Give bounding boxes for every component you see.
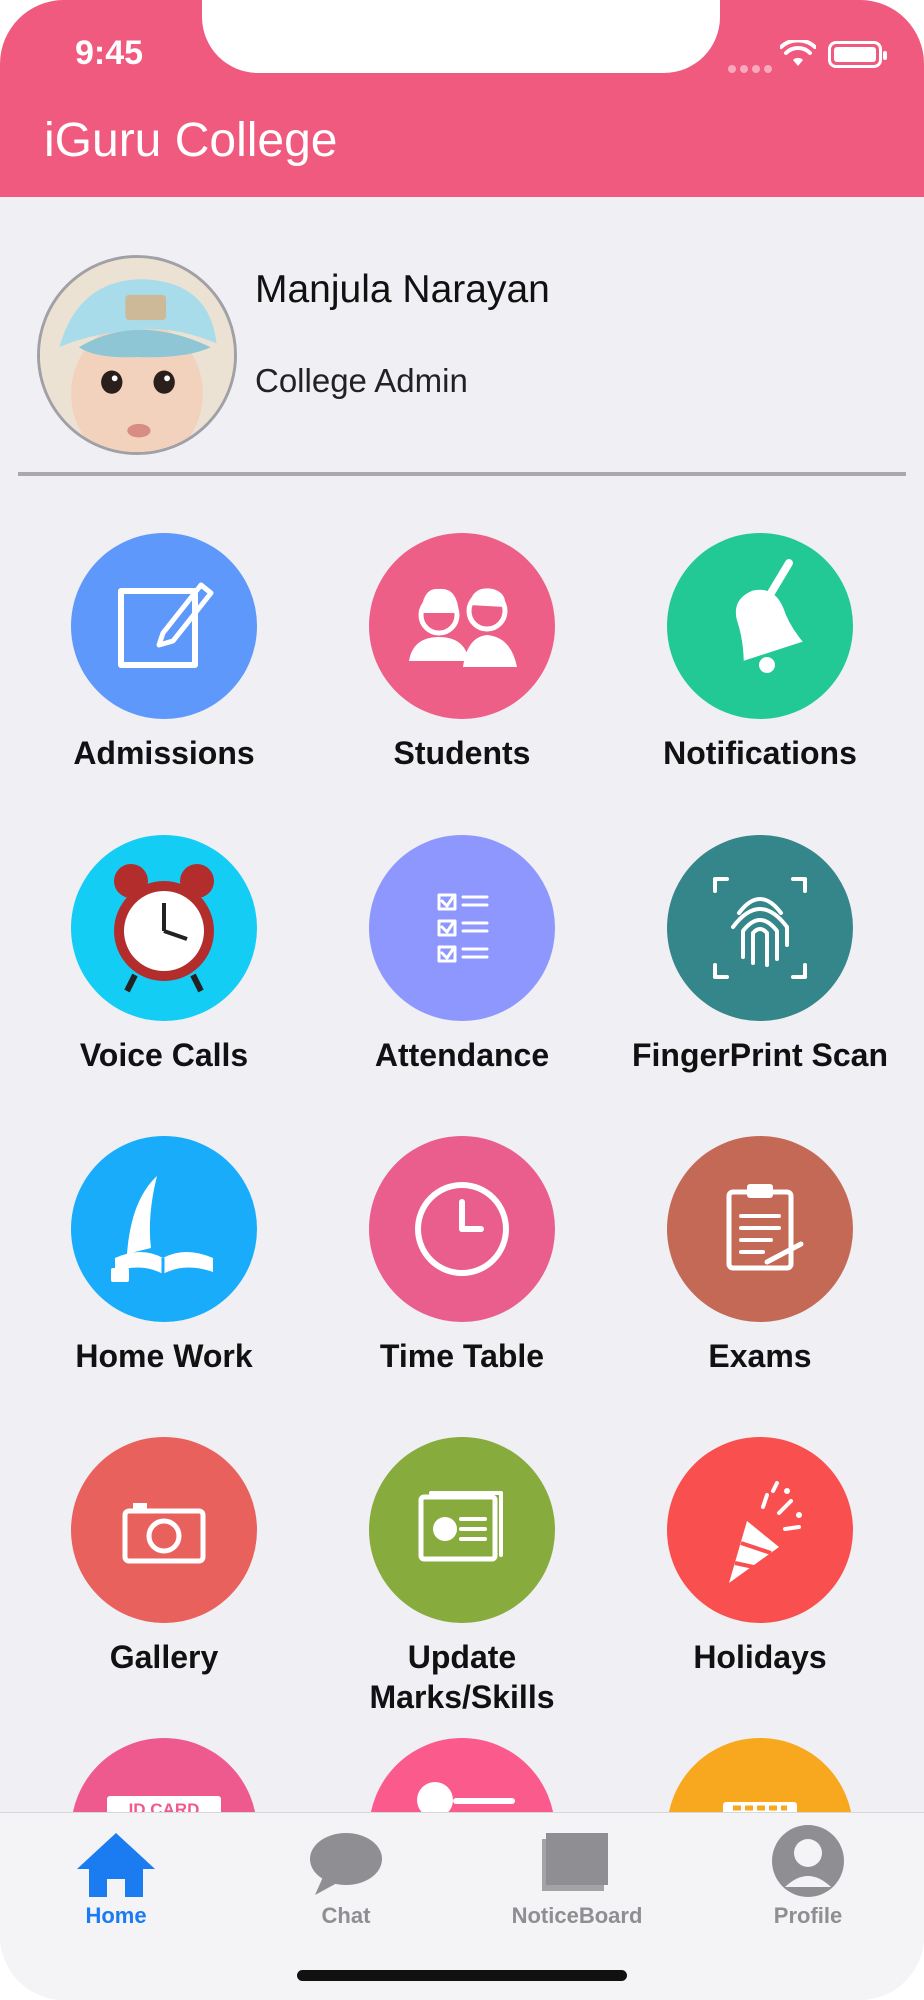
tab-home[interactable]: Home	[26, 1821, 206, 1929]
clipboard-icon	[667, 1136, 853, 1322]
toggle-icon	[369, 1738, 555, 1812]
tile-id-card[interactable]: ID CARD	[15, 1738, 313, 1812]
calendar-icon	[667, 1738, 853, 1812]
tab-profile[interactable]: Profile	[718, 1821, 898, 1929]
tab-label: Home	[85, 1903, 147, 1928]
tile-label: FingerPrint Scan	[631, 1037, 889, 1073]
cellular-signal-icon	[728, 60, 776, 78]
alarm-clock-icon	[71, 835, 257, 1021]
tile-update-marks-skills[interactable]: Update Marks/Skills	[313, 1437, 611, 1717]
party-popper-icon	[667, 1437, 853, 1623]
tile-label: Home Work	[75, 1338, 253, 1374]
app-header: 9:45 iGuru College	[0, 0, 924, 197]
tab-chat[interactable]: Chat	[256, 1821, 436, 1929]
avatar[interactable]	[37, 255, 237, 455]
tile-gallery[interactable]: Gallery	[15, 1437, 313, 1677]
tab-label: Profile	[773, 1903, 843, 1928]
tab-label: Chat	[321, 1903, 371, 1928]
clock-icon	[369, 1136, 555, 1322]
tile-fingerprint-scan[interactable]: FingerPrint Scan	[611, 835, 909, 1075]
tile-admissions[interactable]: Admissions	[15, 533, 313, 773]
profile-icon	[772, 1825, 844, 1897]
status-time: 9:45	[75, 34, 144, 72]
tab-noticeboard[interactable]: NoticeBoard	[487, 1821, 667, 1929]
tile-holidays[interactable]: Holidays	[611, 1437, 909, 1677]
chat-icon	[310, 1833, 382, 1895]
tile-label: Gallery	[109, 1639, 219, 1675]
tile-voice-calls[interactable]: Voice Calls	[15, 835, 313, 1075]
tile-label: Attendance	[374, 1037, 550, 1073]
battery-icon	[828, 41, 887, 68]
tile-label: Voice Calls	[79, 1037, 249, 1073]
tile-label: Notifications	[663, 735, 857, 771]
user-name: Manjula Narayan	[255, 268, 550, 311]
noticeboard-icon	[542, 1833, 608, 1891]
tile-toggle[interactable]	[313, 1738, 611, 1812]
device-notch	[202, 0, 720, 73]
user-role: College Admin	[255, 362, 468, 399]
tile-exams[interactable]: Exams	[611, 1136, 909, 1376]
camera-icon	[71, 1437, 257, 1623]
edit-icon	[71, 533, 257, 719]
id-card-badge: ID CARD	[129, 1800, 200, 1812]
fingerprint-icon	[667, 835, 853, 1021]
tile-calendar[interactable]	[611, 1738, 909, 1812]
bell-icon	[667, 533, 853, 719]
tile-label: Time Table	[379, 1338, 545, 1374]
tile-home-work[interactable]: Home Work	[15, 1136, 313, 1376]
wifi-icon	[780, 40, 816, 66]
tab-label: NoticeBoard	[511, 1903, 643, 1928]
tile-label: Update Marks/Skills	[369, 1639, 555, 1715]
quill-book-icon	[71, 1136, 257, 1322]
tile-label: Admissions	[73, 735, 255, 771]
tile-label: Students	[393, 735, 531, 771]
checklist-icon	[369, 835, 555, 1021]
home-indicator	[297, 1970, 627, 1981]
divider	[18, 472, 906, 476]
tile-notifications[interactable]: Notifications	[611, 533, 909, 773]
tile-label: Exams	[708, 1338, 812, 1374]
tile-students[interactable]: Students	[313, 533, 611, 773]
home-icon	[77, 1833, 155, 1897]
tile-attendance[interactable]: Attendance	[313, 835, 611, 1075]
id-card-icon: ID CARD	[71, 1738, 257, 1812]
phone-screen: Admissions Students Notifications Voice Cal…	[0, 0, 924, 2000]
tile-label: Holidays	[693, 1639, 827, 1675]
report-icon	[369, 1437, 555, 1623]
app-title: iGuru College	[44, 114, 338, 167]
tile-time-table[interactable]: Time Table	[313, 1136, 611, 1376]
students-icon	[369, 533, 555, 719]
